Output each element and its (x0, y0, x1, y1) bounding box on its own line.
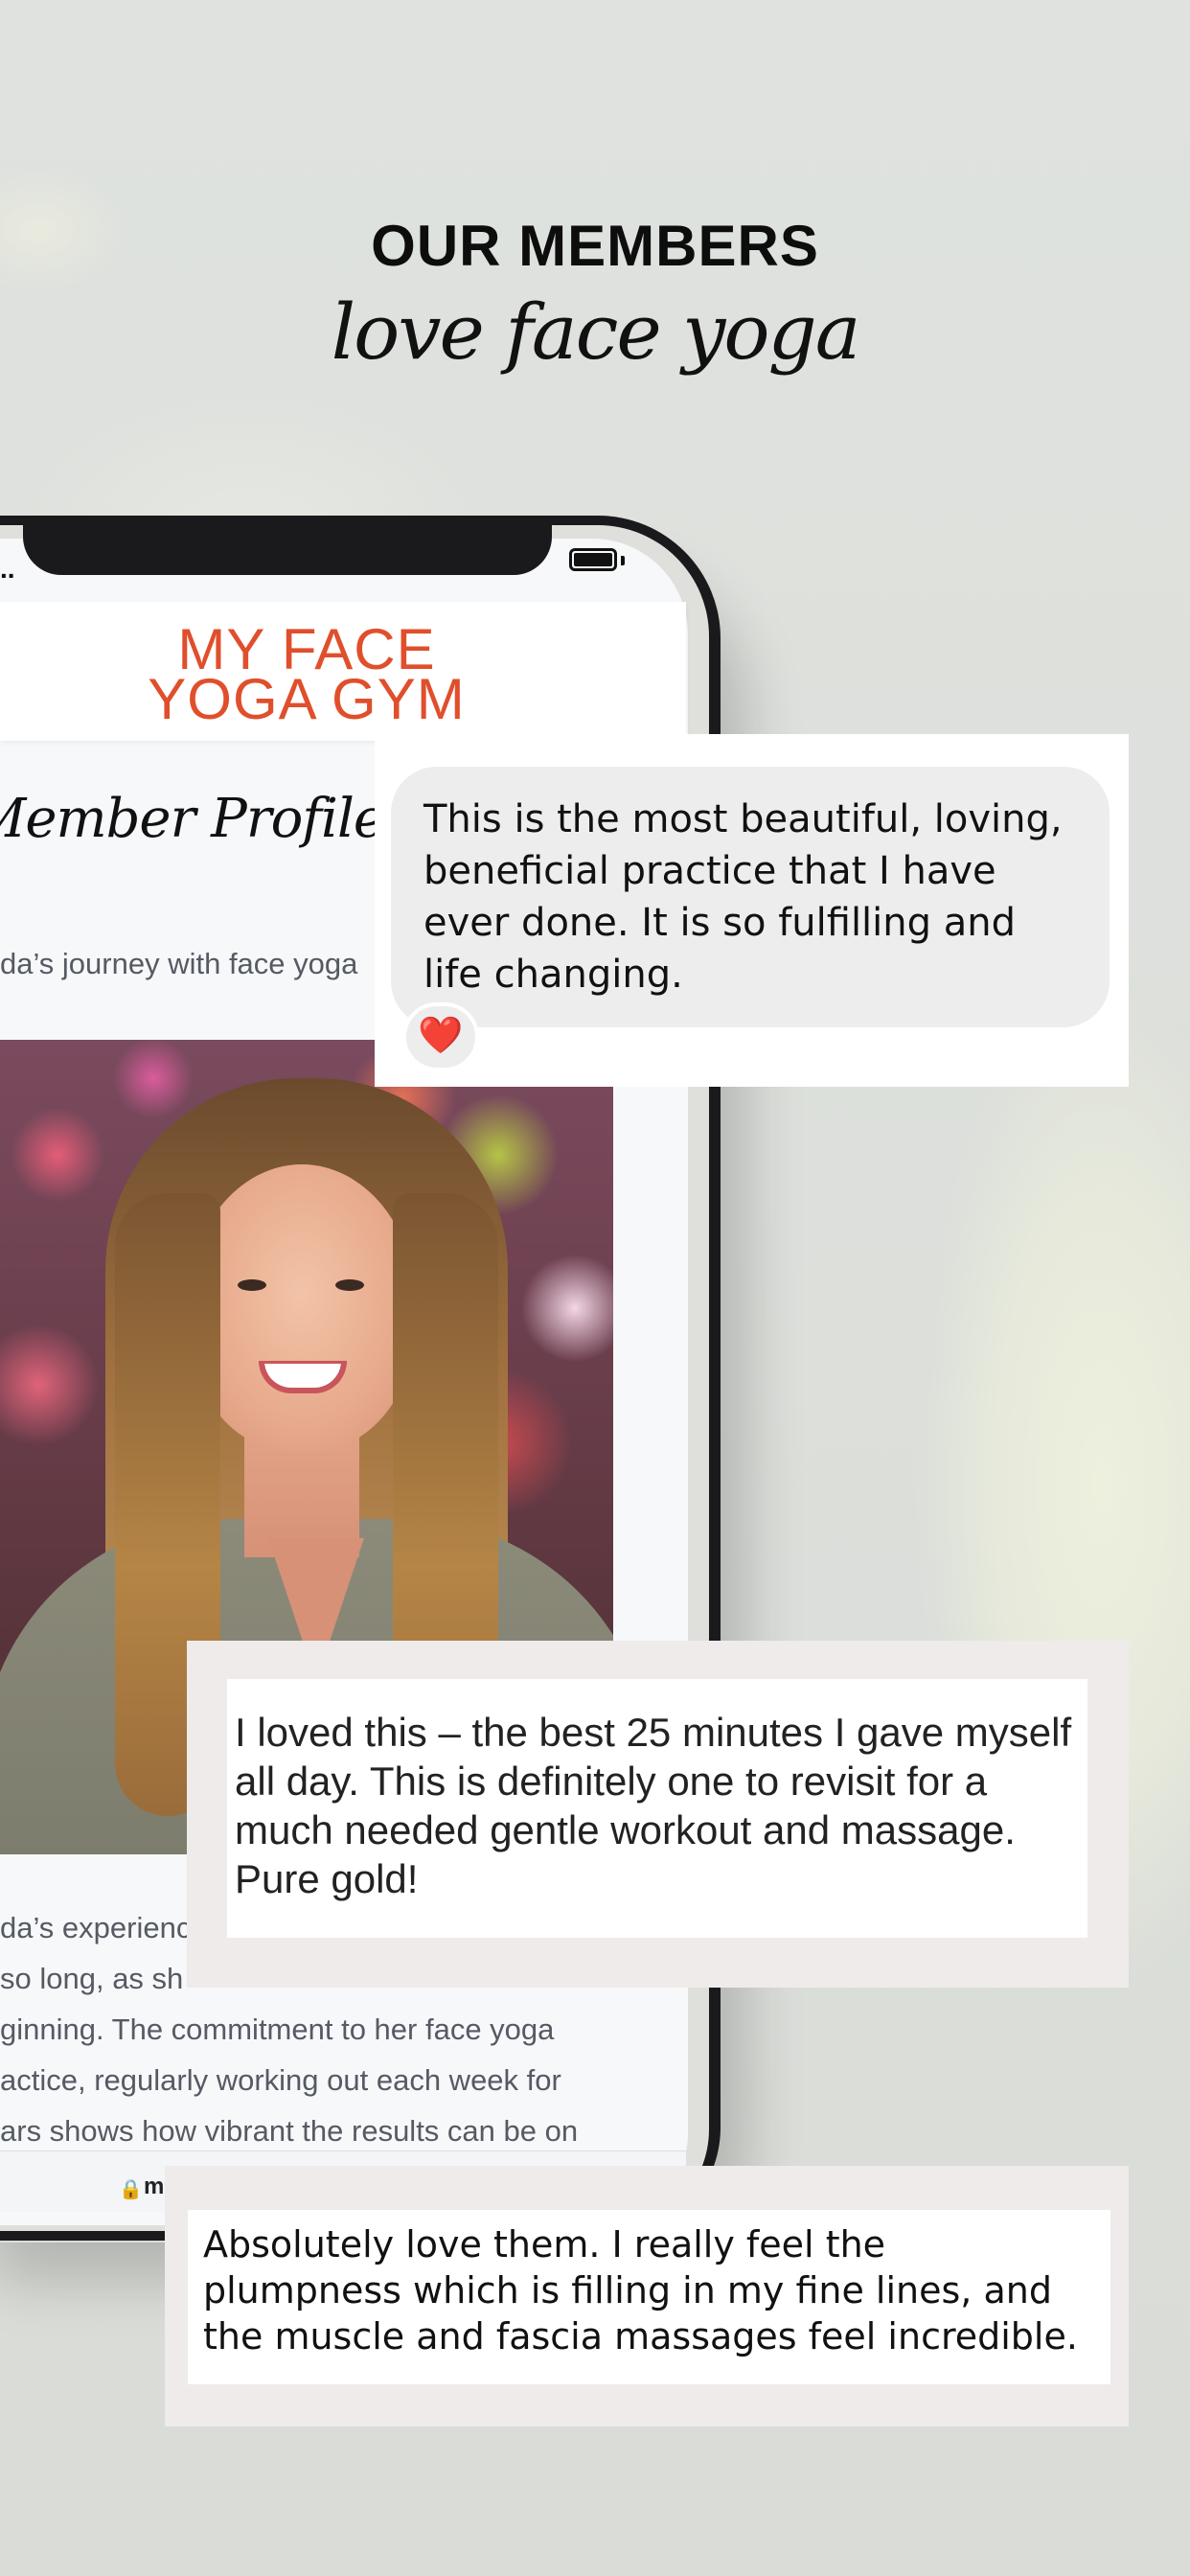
battery-icon (569, 548, 617, 571)
review-bubble-1: This is the most beautiful, loving, bene… (391, 767, 1110, 1027)
article-body-line: ginning. The commitment to her face yoga (0, 2012, 555, 2046)
page-subheadline: love face yoga (331, 288, 861, 377)
page-headline: OUR MEMBERS (371, 214, 819, 278)
review-text-3: Absolutely love them. I really feel the … (188, 2210, 1110, 2384)
battery-tip (621, 556, 625, 565)
photo-eye-left (238, 1279, 266, 1291)
photo-eye-right (335, 1279, 364, 1291)
lock-icon: 🔒 (119, 2179, 143, 2200)
article-body-line: actice, regularly working out each week … (0, 2063, 561, 2097)
address-url[interactable]: m (144, 2174, 164, 2200)
photo-face (187, 1164, 417, 1452)
phone-notch (23, 525, 552, 575)
signal-indicator: .. (0, 554, 15, 584)
article-subtitle: da’s journey with face yoga (0, 947, 358, 980)
site-logo-line2[interactable]: YOGA GYM (0, 671, 613, 728)
heart-icon: ❤️ (402, 1002, 479, 1071)
article-body-line: ars shows how vibrant the results can be… (0, 2114, 579, 2148)
review-text-2: I loved this – the best 25 minutes I gav… (227, 1679, 1087, 1938)
